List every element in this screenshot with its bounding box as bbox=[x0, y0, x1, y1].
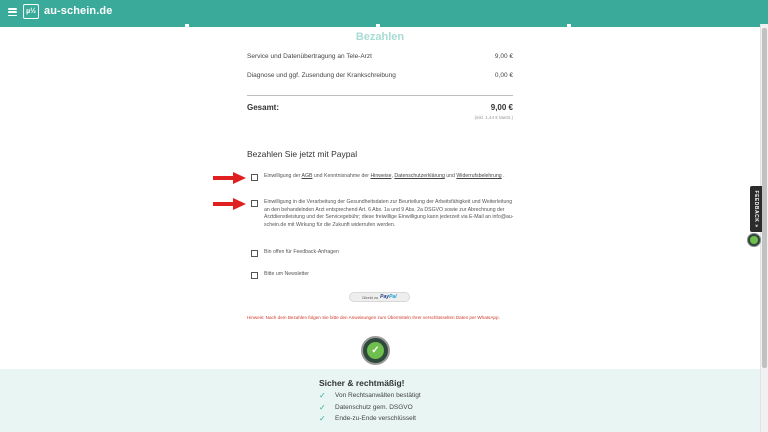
checkmark-icon: ✓ bbox=[319, 414, 326, 423]
consent-text: und Kenntnisnahme der bbox=[312, 173, 371, 179]
vat-note: (inkl. 1,44 € MwSt.) bbox=[474, 115, 513, 120]
consent-health-data-text: Einwilligung in die Verarbeitung der Ges… bbox=[264, 199, 514, 228]
total-amount: 9,00 € bbox=[490, 103, 513, 112]
consent-terms-checkbox[interactable] bbox=[251, 174, 258, 181]
paypal-logo-icon: PayPal bbox=[380, 294, 396, 300]
payment-note: Hinweis: Nach dem Bezahlen folgen Sie bi… bbox=[247, 315, 500, 320]
site-name[interactable]: au-schein.de bbox=[44, 5, 112, 17]
widerruf-link[interactable]: Widerrufsbelehrung bbox=[456, 173, 501, 179]
consent-text: Einwilligung der bbox=[264, 173, 302, 179]
progress-step-3 bbox=[380, 24, 567, 27]
consent-text: . bbox=[501, 173, 505, 179]
paypal-prefix: Direkt zu bbox=[362, 294, 379, 300]
checkmark-icon: ✓ bbox=[319, 391, 326, 400]
price-row-diagnosis: Diagnose und ggf. Zusendung der Kranksch… bbox=[247, 72, 513, 79]
checkmark-icon: ✓ bbox=[319, 403, 326, 412]
thumbs-up-icon: ✓ bbox=[367, 342, 384, 359]
total-label: Gesamt: bbox=[247, 103, 280, 112]
trust-point-text: Datenschutz gem. DSGVO bbox=[335, 404, 413, 411]
progress-step-2 bbox=[189, 24, 376, 27]
paypal-button[interactable]: Direkt zu PayPal bbox=[349, 292, 410, 302]
logo-icon[interactable]: µ½ bbox=[23, 4, 39, 19]
hinweise-link[interactable]: Hinweise bbox=[370, 173, 391, 179]
footer-title: Sicher & rechtmäßig! bbox=[319, 378, 405, 388]
agb-link[interactable]: AGB bbox=[302, 173, 313, 179]
trust-point-text: Von Rechtsanwälten bestätigt bbox=[335, 392, 421, 399]
newsletter-option-checkbox[interactable] bbox=[251, 272, 258, 279]
red-arrow-icon bbox=[213, 172, 246, 184]
scrollbar-thumb[interactable] bbox=[762, 28, 767, 368]
logo-glyph: µ½ bbox=[26, 8, 36, 15]
consent-terms-text: Einwilligung der AGB und Kenntnisnahme d… bbox=[264, 173, 514, 181]
consent-text: und bbox=[444, 173, 457, 179]
price-row-amount: 0,00 € bbox=[494, 72, 513, 79]
progress-steps bbox=[0, 24, 768, 27]
summary-divider bbox=[247, 95, 513, 96]
consent-health-data-checkbox[interactable] bbox=[251, 200, 258, 207]
payment-heading: Bezahlen Sie jetzt mit Paypal bbox=[247, 149, 358, 159]
datenschutz-link[interactable]: Datenschutzerklärung bbox=[394, 173, 444, 179]
trust-point-text: Ende-zu-Ende verschlüsselt bbox=[335, 415, 416, 422]
price-row-label: Service und Datenübertragung an Tele-Arz… bbox=[247, 53, 372, 60]
progress-step-1 bbox=[0, 24, 185, 27]
price-row-label: Diagnose und ggf. Zusendung der Kranksch… bbox=[247, 72, 396, 79]
trust-seal-icon: ✓ bbox=[361, 336, 390, 365]
page-title: Bezahlen bbox=[355, 31, 405, 43]
feedback-tab-label: FEEDBACK » bbox=[753, 190, 759, 228]
feedback-option-checkbox[interactable] bbox=[251, 250, 258, 257]
feedback-option-label: Bin offen für Feedback-Anfragen bbox=[264, 249, 339, 255]
top-navigation-bar: µ½ au-schein.de bbox=[0, 0, 768, 24]
price-row-service: Service und Datenübertragung an Tele-Arz… bbox=[247, 53, 513, 60]
paypal-brand-b: Pal bbox=[389, 294, 397, 300]
feedback-badge-icon[interactable] bbox=[747, 233, 761, 247]
paypal-brand-a: Pay bbox=[380, 294, 390, 300]
progress-step-4 bbox=[571, 24, 760, 27]
red-arrow-icon bbox=[213, 198, 246, 210]
menu-icon[interactable] bbox=[8, 8, 17, 16]
newsletter-option-label: Bitte um Newsletter bbox=[264, 271, 309, 277]
price-row-amount: 9,00 € bbox=[494, 53, 513, 60]
